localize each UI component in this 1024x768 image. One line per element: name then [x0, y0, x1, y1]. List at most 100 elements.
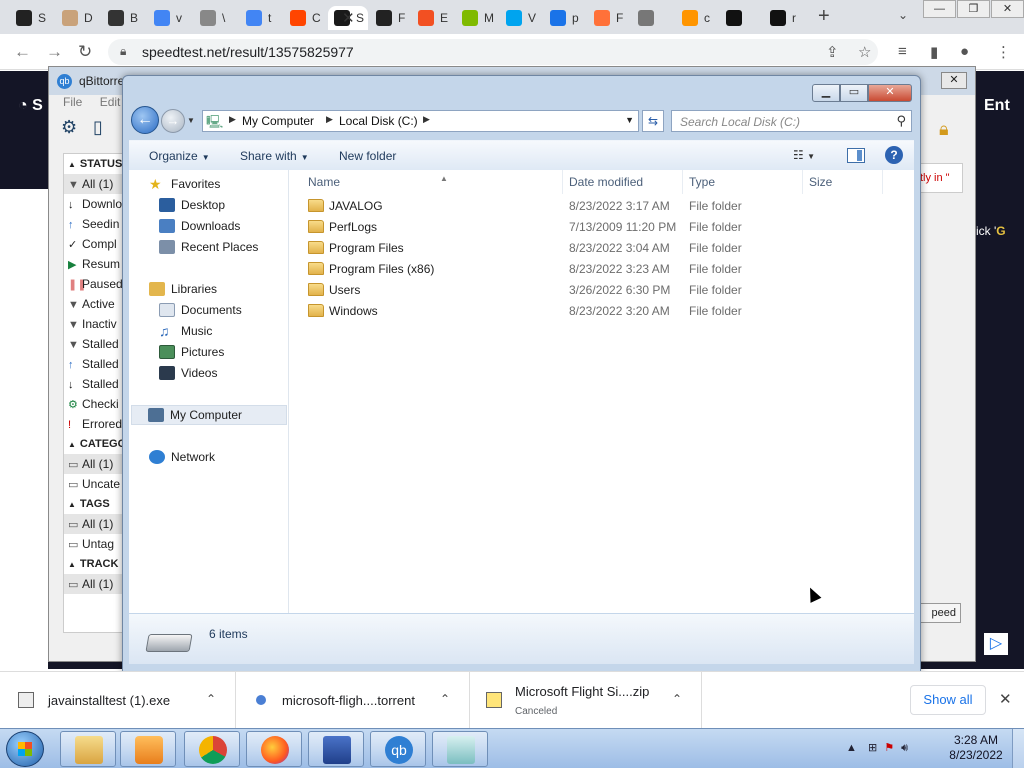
recent-pages-dropdown-icon[interactable]: ▼ — [187, 116, 195, 125]
search-box[interactable]: Search Local Disk (C:) ⚲ — [671, 110, 912, 132]
forward-arrow-icon[interactable]: → — [46, 42, 63, 62]
download-item[interactable]: javainstalltest (1).exe ⌃ — [0, 672, 236, 728]
sidebar-section-header[interactable]: ▲ STATUS — [64, 154, 124, 174]
sidebar-filter-item[interactable]: ▼ Inactiv — [64, 314, 124, 334]
sidebar-filter-item[interactable]: ▶ Resum — [64, 254, 124, 274]
file-list-row[interactable]: PerfLogs 7/13/2009 11:20 PM File folder — [290, 217, 890, 238]
menu-edit[interactable]: Edit — [100, 95, 121, 109]
nav-music[interactable]: ♫ Music — [159, 321, 212, 341]
speedtest-logo-icon[interactable]: ◔ S — [18, 97, 43, 115]
chevron-up-icon[interactable]: ⌃ — [206, 692, 216, 706]
preview-pane-icon[interactable] — [847, 148, 865, 163]
lock-icon[interactable]: 🔒︎ — [939, 119, 949, 140]
bookmark-star-icon[interactable]: ☆ — [858, 43, 871, 61]
side-panel-icon[interactable]: ▮ — [930, 43, 938, 61]
browser-tab[interactable]: C — [284, 6, 328, 30]
nav-favorites[interactable]: ★ Favorites — [149, 174, 220, 194]
nav-network[interactable]: Network — [149, 447, 215, 467]
show-hidden-icons-icon[interactable]: ▲ — [846, 742, 857, 754]
breadcrumb-my-computer[interactable]: My Computer — [242, 114, 314, 128]
menu-file[interactable]: File — [63, 95, 82, 109]
sidebar-section-header[interactable]: ▲ CATEGO — [64, 434, 124, 454]
explorer-maximize-button[interactable]: ▭ — [840, 84, 868, 102]
nav-downloads[interactable]: Downloads — [159, 216, 240, 236]
browser-tab[interactable]: E — [412, 6, 456, 30]
browser-tab[interactable]: t — [240, 6, 284, 30]
change-view-icon[interactable]: ☷ ▼ — [793, 148, 815, 162]
sidebar-filter-item[interactable]: ↓ Downlo — [64, 194, 124, 214]
show-all-downloads-button[interactable]: Show all — [910, 685, 986, 715]
action-center-icon[interactable]: ⚑ — [884, 742, 894, 754]
browser-tab[interactable]: M — [456, 6, 500, 30]
file-list-row[interactable]: Users 3/26/2022 6:30 PM File folder — [290, 280, 890, 301]
taskbar-notepad-app[interactable] — [308, 731, 364, 767]
browser-tab[interactable]: B — [102, 6, 146, 30]
browser-tab[interactable]: F — [588, 6, 632, 30]
sidebar-filter-item[interactable]: ▭ All (1) — [64, 454, 124, 474]
menu-dots-icon[interactable]: ⋮ — [996, 43, 1011, 61]
sidebar-filter-item[interactable]: ▭ Uncate — [64, 474, 124, 494]
back-arrow-icon[interactable]: ← — [131, 106, 159, 134]
sidebar-filter-item[interactable]: ▭ All (1) — [64, 514, 124, 534]
share-icon[interactable]: ⇪ — [826, 43, 839, 61]
address-dropdown-icon[interactable]: ▼ — [625, 115, 634, 125]
speed-limit-button[interactable]: peed — [915, 603, 961, 623]
sidebar-filter-item[interactable]: ▭ Untag — [64, 534, 124, 554]
chevron-up-icon[interactable]: ⌃ — [672, 692, 682, 706]
media-queue-icon[interactable]: ≡ — [898, 43, 907, 60]
new-folder-button[interactable]: New folder — [339, 149, 396, 163]
qbittorrent-close-button[interactable]: ✕ — [941, 72, 967, 89]
breadcrumb-arrow-icon[interactable]: ▶ — [423, 114, 430, 125]
volume-icon[interactable]: 🔊︎ — [901, 742, 908, 754]
start-button[interactable] — [6, 731, 44, 767]
taskbar-chrome[interactable] — [184, 731, 240, 767]
taskbar-windows-explorer[interactable] — [60, 731, 116, 767]
ad-choices-icon[interactable]: ▷ — [984, 633, 1008, 655]
nav-videos[interactable]: Videos — [159, 363, 217, 383]
address-bar[interactable]: 🔒︎ speedtest.net/result/13575825977 — [108, 39, 878, 65]
column-header-name[interactable]: Name ▲ — [302, 170, 563, 194]
nav-recent-places[interactable]: Recent Places — [159, 237, 258, 257]
file-list-row[interactable]: Windows 8/23/2022 3:20 AM File folder — [290, 301, 890, 322]
download-item[interactable]: microsoft-fligh....torrent ⌃ — [236, 672, 470, 728]
reload-icon[interactable]: ↻ — [78, 42, 92, 62]
sidebar-filter-item[interactable]: ▼ Active — [64, 294, 124, 314]
minimize-button[interactable]: — — [923, 0, 956, 18]
column-header-type[interactable]: Type — [683, 170, 803, 194]
sidebar-filter-item[interactable]: ⚙ Checki — [64, 394, 124, 414]
nav-desktop[interactable]: Desktop — [159, 195, 225, 215]
system-clock[interactable]: 3:28 AM 8/23/2022 — [946, 733, 1006, 763]
taskbar-firefox[interactable] — [246, 731, 302, 767]
nav-documents[interactable]: Documents — [159, 300, 242, 320]
browser-tab[interactable] — [632, 6, 676, 30]
taskbar-qbittorrent[interactable]: qb — [370, 731, 426, 767]
share-with-button[interactable]: Share with ▼ — [240, 149, 309, 163]
restore-button[interactable]: ❐ — [957, 0, 990, 18]
profile-avatar-icon[interactable]: ● — [960, 43, 969, 60]
help-icon[interactable]: ? — [885, 146, 903, 164]
browser-tab[interactable]: c — [676, 6, 720, 30]
organize-button[interactable]: Organize ▼ — [149, 149, 210, 163]
nav-my-computer[interactable]: My Computer — [131, 405, 287, 425]
sidebar-filter-item[interactable]: ↑ Stalled — [64, 354, 124, 374]
network-icon[interactable]: ⊞ — [868, 742, 877, 754]
add-torrent-link-icon[interactable]: ⚙ — [61, 117, 77, 138]
sidebar-filter-item[interactable]: ▭ All (1) — [64, 574, 124, 594]
nav-libraries[interactable]: Libraries — [149, 279, 217, 299]
explorer-close-button[interactable]: ✕ — [868, 84, 912, 102]
back-arrow-icon[interactable]: ← — [14, 42, 31, 62]
browser-tab[interactable]: r — [764, 6, 808, 30]
sidebar-section-header[interactable]: ▲ TAGS — [64, 494, 124, 514]
browser-tab[interactable]: V — [500, 6, 544, 30]
breadcrumb-arrow-icon[interactable]: ▶ — [326, 114, 333, 125]
sidebar-filter-item[interactable]: ▼ All (1) — [64, 174, 124, 194]
file-list-row[interactable]: Program Files 8/23/2022 3:04 AM File folde… — [290, 238, 890, 259]
browser-tab[interactable]: F — [370, 6, 414, 30]
browser-tab[interactable] — [720, 6, 764, 30]
new-tab-button[interactable]: + — [818, 5, 830, 28]
chevron-up-icon[interactable]: ⌃ — [440, 692, 450, 706]
column-header-date[interactable]: Date modified — [563, 170, 683, 194]
sidebar-filter-item[interactable]: ! Errored — [64, 414, 124, 434]
close-downloads-bar-icon[interactable]: ✕ — [999, 690, 1012, 708]
nav-pictures[interactable]: Pictures — [159, 342, 224, 362]
